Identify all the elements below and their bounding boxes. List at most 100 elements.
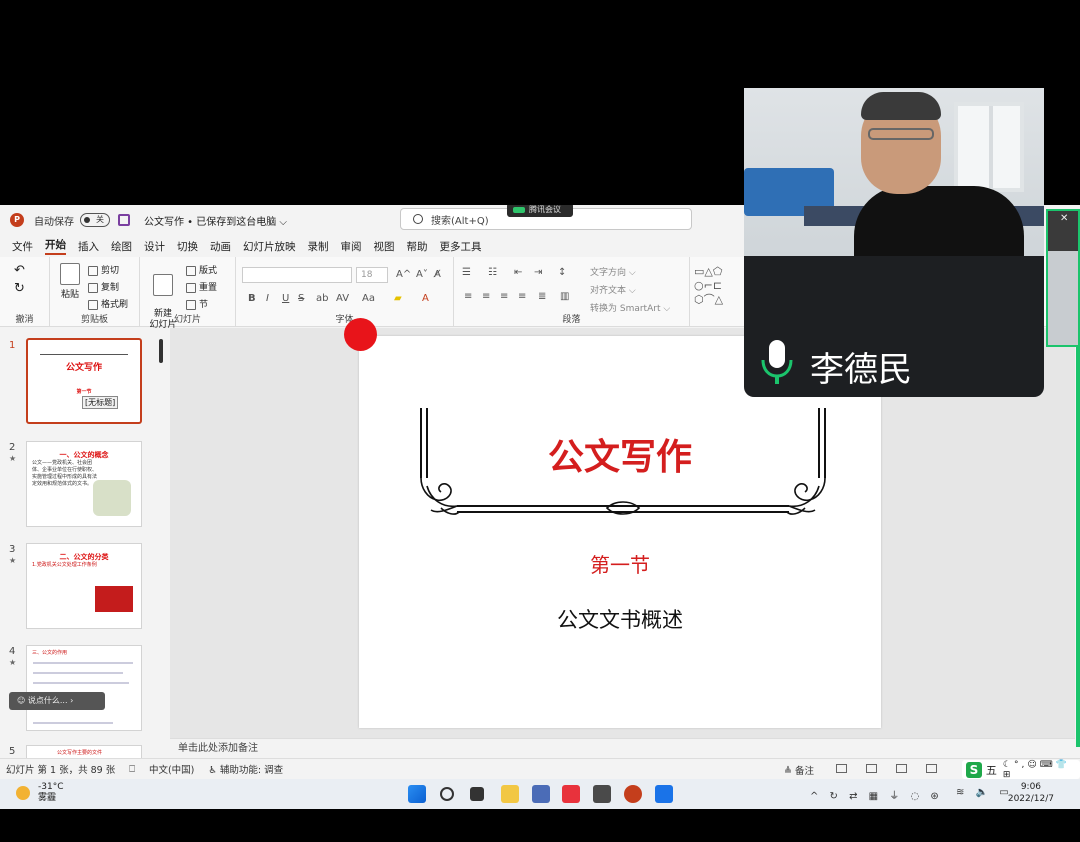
autosave-toggle[interactable]: 关 [80, 213, 110, 227]
slide-thumbnail-2[interactable]: 一、公文的概念 公文——党政机关、社会团体、企事业单位在行使职权、实施管理过程中… [26, 441, 142, 527]
ime-tools-icon[interactable]: ☾°,☺⌨👕⊞ [1003, 760, 1080, 780]
char-spacing-icon[interactable]: AV [336, 293, 349, 304]
align-text-button[interactable]: 对齐文本 ⌵ [590, 283, 636, 296]
tencent-meeting-taskbar-icon[interactable] [655, 785, 673, 803]
accessibility-status[interactable]: ♿ 辅助功能: 调查 [208, 762, 283, 776]
paste-button[interactable]: 粘贴 [58, 263, 82, 300]
menu-tab-1[interactable]: 开始 [45, 237, 66, 255]
slideshow-icon[interactable] [926, 764, 938, 773]
windows-start-icon[interactable] [408, 785, 426, 803]
weather-icon[interactable] [16, 786, 30, 800]
menu-tab-5[interactable]: 切换 [177, 239, 198, 254]
italic-icon[interactable]: I [266, 293, 269, 304]
menu-tab-4[interactable]: 设计 [144, 239, 165, 254]
undo-group-label: 撤消 [15, 315, 34, 325]
distribute-icon[interactable]: ≣ [538, 291, 546, 302]
notes-button[interactable]: ≜ 备注 [784, 763, 814, 777]
strikethrough-icon[interactable]: S [298, 293, 304, 304]
task-view-icon[interactable] [470, 787, 484, 801]
bullets-icon[interactable]: ☰ [462, 267, 471, 278]
numbering-icon[interactable]: ☷ [488, 267, 497, 278]
highlight-icon[interactable]: ▰ [394, 293, 402, 304]
search-icon[interactable] [440, 787, 454, 801]
paragraph-group-label: 段落 [562, 315, 581, 325]
app-icon[interactable] [562, 785, 580, 803]
menu-tab-3[interactable]: 绘图 [111, 239, 132, 254]
font-color-icon[interactable]: A [422, 293, 429, 304]
change-case-icon[interactable]: Aa [362, 293, 375, 304]
chat-input-bar[interactable]: ☺ 说点什么... › [9, 692, 105, 710]
notes-pane[interactable]: 单击此处添加备注 [170, 738, 1075, 758]
justify-icon[interactable]: ≡ [518, 291, 526, 302]
columns-icon[interactable]: ▥ [560, 291, 569, 302]
microphone-icon[interactable] [761, 340, 793, 384]
copy-button[interactable]: 复制 [88, 280, 119, 293]
save-icon[interactable] [118, 214, 130, 226]
language-indicator[interactable]: 中文(中国) [149, 762, 194, 776]
align-right-icon[interactable]: ≡ [500, 291, 508, 302]
slide-thumbnail-1[interactable]: 公文写作 第一节 [无标题] [26, 338, 142, 424]
mini-video-thumbnail[interactable] [1048, 251, 1078, 345]
weather-desc: 雾霾 [38, 793, 57, 803]
thumb-image [95, 586, 133, 612]
undo-icon[interactable]: ↶ [14, 263, 25, 278]
spellcheck-icon[interactable]: ⎕ [129, 764, 135, 775]
ime-toolbar[interactable]: S 五 ☾°,☺⌨👕⊞ [962, 760, 1080, 779]
decrease-indent-icon[interactable]: ⇤ [514, 267, 522, 278]
text-direction-button[interactable]: 文字方向 ⌵ [590, 265, 636, 278]
app-icon[interactable] [593, 785, 611, 803]
text-direction-label: 文字方向 [590, 268, 627, 278]
increase-indent-icon[interactable]: ⇥ [534, 267, 542, 278]
slide-thumbnail-3[interactable]: 二、公文的分类 1.党政机关公文处理工作条例 [26, 543, 142, 629]
align-left-icon[interactable]: ≡ [464, 291, 472, 302]
align-center-icon[interactable]: ≡ [482, 291, 490, 302]
menu-tab-7[interactable]: 幻灯片放映 [243, 239, 296, 254]
section-button[interactable]: 节 [186, 297, 208, 310]
system-clock[interactable]: 9:06 2022/12/7 [1008, 781, 1054, 805]
slide-subtitle[interactable]: 公文文书概述 [359, 604, 881, 634]
file-explorer-icon[interactable] [501, 785, 519, 803]
thumbnail-scrollbar[interactable] [159, 339, 163, 363]
menu-tab-2[interactable]: 插入 [78, 239, 99, 254]
app-icon[interactable] [532, 785, 550, 803]
menu-tab-9[interactable]: 审阅 [341, 239, 362, 254]
shrink-font-icon[interactable]: A˅ [416, 269, 428, 280]
grow-font-icon[interactable]: A^ [396, 269, 411, 280]
meeting-indicator[interactable]: 腾讯会议 [507, 205, 573, 217]
system-tray-icons[interactable]: ^ ↻ ⇄ ▦ ⏚ ◌ ⊛ [810, 787, 943, 802]
meeting-side-panel[interactable]: ✕ [1046, 209, 1080, 347]
slide-thumbnail-4[interactable]: 三、公文的作用 [26, 645, 142, 731]
menu-tab-12[interactable]: 更多工具 [440, 239, 482, 254]
slide-title[interactable]: 公文写作 [359, 428, 881, 480]
slide-section[interactable]: 第一节 [359, 549, 881, 578]
video-overlay[interactable]: 李德民 [744, 88, 1044, 397]
weather-widget[interactable]: -31°C 雾霾 [38, 782, 63, 804]
layout-button[interactable]: 版式 [186, 263, 217, 276]
powerpoint-taskbar-icon[interactable] [624, 785, 642, 803]
normal-view-icon[interactable] [836, 764, 847, 773]
redo-icon[interactable]: ↻ [14, 281, 25, 296]
thumb-line [33, 722, 113, 724]
font-name-dropdown[interactable] [242, 267, 352, 283]
ime-mode[interactable]: 五 [986, 762, 997, 778]
shapes-gallery-icon[interactable]: ▭△⬠ ○⌐⊏ ⬡⌒△ [694, 265, 723, 307]
menu-tab-0[interactable]: 文件 [12, 239, 33, 254]
underline-icon[interactable]: U [282, 293, 289, 304]
slide-sorter-icon[interactable] [866, 764, 878, 773]
format-painter-button[interactable]: 格式刷 [88, 297, 128, 310]
close-icon[interactable]: ✕ [1060, 213, 1068, 224]
menu-tab-10[interactable]: 视图 [374, 239, 395, 254]
reset-button[interactable]: 重置 [186, 280, 217, 293]
menu-tab-8[interactable]: 录制 [308, 239, 329, 254]
document-title[interactable]: 公文写作 • 已保存到这台电脑 ⌵ [144, 213, 287, 228]
bold-icon[interactable]: B [248, 293, 256, 304]
cut-button[interactable]: 剪切 [88, 263, 119, 276]
menu-tab-11[interactable]: 帮助 [407, 239, 428, 254]
reading-view-icon[interactable] [896, 764, 908, 773]
clear-format-icon[interactable]: A̸ [434, 269, 441, 280]
network-volume-icons[interactable]: ≋ 🔈 ▭ [956, 787, 1013, 798]
shadow-icon[interactable]: ab [316, 293, 328, 304]
line-spacing-icon[interactable]: ↕ [558, 267, 566, 278]
font-size-dropdown[interactable]: 18 [356, 267, 388, 283]
menu-tab-6[interactable]: 动画 [210, 239, 231, 254]
